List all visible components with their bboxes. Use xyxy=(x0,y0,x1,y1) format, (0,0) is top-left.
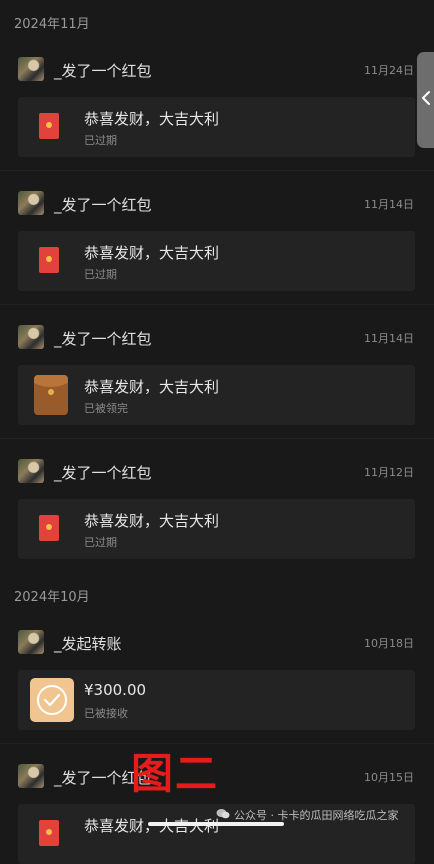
watermark-source-text: 公众号 · 卡卡的瓜田网络吃瓜之家 xyxy=(234,809,399,822)
month-header: 2024年10月 xyxy=(14,590,90,605)
red-envelope-icon xyxy=(39,515,59,541)
sender-action: _发了一个红包 xyxy=(54,196,152,214)
chevron-left-icon xyxy=(421,90,431,110)
red-envelope-icon xyxy=(39,113,59,139)
entry-date: 11月14日 xyxy=(364,332,414,345)
red-packet-card[interactable]: 恭喜发财，大吉大利 已过期 xyxy=(18,499,415,559)
packet-greeting: 恭喜发财，大吉大利 xyxy=(84,110,220,128)
sender-action: _发了一个红包 xyxy=(54,464,152,482)
entry-date: 10月15日 xyxy=(364,771,414,784)
sender-action: _发了一个红包 xyxy=(54,62,152,80)
home-indicator[interactable] xyxy=(148,822,284,826)
sender-action: _发起转账 xyxy=(54,635,122,653)
watermark-label: 图二 xyxy=(131,749,220,798)
packet-status: 已过期 xyxy=(84,536,117,549)
red-packet-card[interactable]: 恭喜发财，大吉大利 已被领完 xyxy=(18,365,415,425)
wechat-icon xyxy=(216,808,230,823)
red-packet-card[interactable]: 恭喜发财，大吉大利 已过期 xyxy=(18,97,415,157)
transfer-status: 已被接收 xyxy=(84,707,128,720)
entry-date: 11月24日 xyxy=(364,64,414,77)
packet-status: 已过期 xyxy=(84,134,117,147)
avatar[interactable] xyxy=(18,325,44,349)
entry-date: 11月14日 xyxy=(364,198,414,211)
entry-date: 10月18日 xyxy=(364,637,414,650)
packet-status: 已被领完 xyxy=(84,402,128,415)
red-envelope-icon xyxy=(39,247,59,273)
transfer-check-icon xyxy=(30,678,74,722)
packet-greeting: 恭喜发财，大吉大利 xyxy=(84,378,220,396)
divider xyxy=(0,304,434,305)
transfer-card[interactable]: ¥300.00 已被接收 xyxy=(18,670,415,730)
avatar[interactable] xyxy=(18,57,44,81)
avatar[interactable] xyxy=(18,764,44,788)
packet-greeting: 恭喜发财，大吉大利 xyxy=(84,512,220,530)
side-collapse-tab[interactable] xyxy=(417,52,434,148)
transfer-amount: ¥300.00 xyxy=(84,681,147,699)
red-packet-card[interactable]: 恭喜发财，大吉大利 已过期 xyxy=(18,231,415,291)
packet-status: 已过期 xyxy=(84,268,117,281)
month-header: 2024年11月 xyxy=(14,17,90,32)
divider xyxy=(0,170,434,171)
red-envelope-icon xyxy=(39,820,59,846)
divider xyxy=(0,438,434,439)
avatar[interactable] xyxy=(18,630,44,654)
watermark-source: 公众号 · 卡卡的瓜田网络吃瓜之家 xyxy=(216,807,399,823)
sender-action: _发了一个红包 xyxy=(54,330,152,348)
avatar[interactable] xyxy=(18,191,44,215)
entry-date: 11月12日 xyxy=(364,466,414,479)
opened-envelope-icon xyxy=(34,375,68,415)
packet-greeting: 恭喜发财，大吉大利 xyxy=(84,244,220,262)
avatar[interactable] xyxy=(18,459,44,483)
